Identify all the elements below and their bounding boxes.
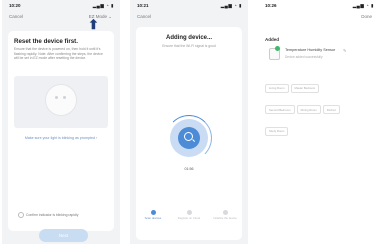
step-scan: Scan devices [138, 210, 168, 220]
countdown-timer: 01:56 [184, 167, 194, 171]
device-name: Temperature Humidity Sensor [285, 48, 336, 52]
reset-card: Reset the device first. Ensure that the … [8, 31, 114, 242]
arrow-icon: ⬆ [88, 17, 99, 32]
plug-icon [45, 84, 77, 116]
radio-icon[interactable] [18, 212, 24, 218]
edit-icon[interactable]: ✎ [343, 48, 346, 53]
status-icons: ▂▄▆ ◔ ▮ [92, 3, 114, 8]
nav-bar: Cancel [130, 12, 248, 22]
page-title: Reset the device first. [14, 38, 78, 45]
adding-card: Adding device... Ensure that the Wi-Fi s… [136, 27, 242, 240]
subtitle: Ensure that the Wi-Fi signal is good [162, 44, 216, 48]
search-icon [184, 132, 193, 141]
step-dot-icon [222, 210, 228, 215]
step-label: Register on Cloud [177, 216, 201, 220]
room-list: Living Room Master Bedroom Second Bedroom… [265, 76, 376, 141]
added-heading: Added [265, 37, 279, 42]
room-chip[interactable]: Master Bedroom [290, 83, 320, 93]
instructions-text: Ensure that the device is powered on, th… [14, 47, 103, 61]
reset-screen: 10:20 ▂▄▆ ◔ ▮ Cancel EZ Mode ⌄ ⬆ Reset t… [2, 0, 120, 244]
room-chip[interactable]: Second Bedroom [265, 105, 295, 114]
confirm-label: Confirm indicator is blinking rapidly [26, 212, 79, 217]
room-chip[interactable]: Dining Room [296, 105, 321, 114]
step-dot-icon [186, 210, 192, 215]
device-row: Temperature Humidity Sensor ✎ Device add… [265, 46, 374, 68]
help-link[interactable]: Make sure your light is blinking as prom… [8, 136, 114, 140]
nav-bar: Done [258, 12, 380, 22]
status-time: 10:20 [9, 3, 21, 8]
step-dot-icon [150, 210, 156, 215]
confirm-checkbox[interactable]: Confirm indicator is blinking rapidly [18, 212, 110, 218]
cancel-button[interactable]: Cancel [137, 14, 151, 19]
page-title: Adding device... [165, 35, 212, 41]
step-register: Register on Cloud [174, 210, 204, 220]
nav-bar: Cancel EZ Mode ⌄ [2, 12, 120, 22]
check-icon [275, 46, 280, 51]
progress-steps: Scan devices Register on Cloud Initializ… [136, 210, 242, 234]
status-icons: ▂▄▆ ◔ ▮ [220, 3, 242, 8]
cancel-button[interactable]: Cancel [9, 14, 23, 19]
room-chip[interactable]: Study Room [265, 126, 289, 136]
step-initialize: Initialize the device [210, 210, 240, 220]
room-chip[interactable]: Kitchen [322, 105, 341, 114]
status-time: 10:21 [137, 3, 149, 8]
status-icons: ▂▄▆ ◔ ▮ [352, 3, 374, 8]
device-status: Device added successfully [285, 55, 323, 59]
device-illustration [14, 76, 108, 128]
step-label: Scan devices [144, 216, 162, 220]
added-screen: 10:26 ▂▄▆ ◔ ▮ Done Added Temperature Hum… [258, 0, 380, 244]
status-bar: 10:26 ▂▄▆ ◔ ▮ [258, 2, 380, 11]
status-bar: 10:20 ▂▄▆ ◔ ▮ [2, 2, 120, 11]
adding-screen: 10:21 ▂▄▆ ◔ ▮ Cancel Adding device... En… [130, 0, 248, 244]
next-button[interactable]: Next [39, 229, 88, 242]
room-chip[interactable]: Living Room [265, 83, 289, 93]
step-label: Initialize the device [213, 216, 237, 220]
done-button[interactable]: Done [361, 14, 372, 19]
status-time: 10:26 [265, 3, 277, 8]
status-bar: 10:21 ▂▄▆ ◔ ▮ [130, 2, 248, 11]
